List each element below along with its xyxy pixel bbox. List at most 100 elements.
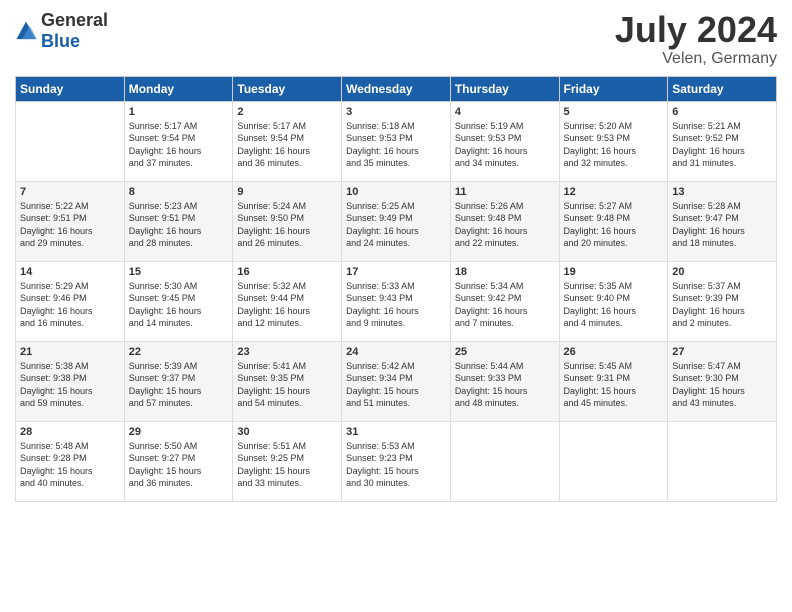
calendar-cell <box>450 421 559 501</box>
day-info: Sunrise: 5:20 AM Sunset: 9:53 PM Dayligh… <box>564 120 664 170</box>
day-number: 26 <box>564 346 664 358</box>
calendar-cell: 6Sunrise: 5:21 AM Sunset: 9:52 PM Daylig… <box>668 101 777 181</box>
day-info: Sunrise: 5:24 AM Sunset: 9:50 PM Dayligh… <box>237 200 337 250</box>
calendar-cell: 17 Sunrise: 5:33 AM Sunset: 9:43 PM Dayli… <box>342 261 451 341</box>
logo: General Blue <box>15 10 108 52</box>
calendar-week-2: 14 Sunrise: 5:29 AM Sunset: 9:46 PM Dayli… <box>16 261 777 341</box>
calendar-cell: 19Sunrise: 5:35 AM Sunset: 9:40 PM Dayli… <box>559 261 668 341</box>
day-info: Sunrise: 5:48 AM Sunset: 9:28 PM Dayligh… <box>20 440 120 490</box>
main-container: General Blue July 2024 Velen, Germany Su… <box>0 0 792 512</box>
day-info: Sunrise: 5:29 AM Sunset: 9:46 PM Dayligh… <box>20 280 120 330</box>
day-info: Sunrise: 5:45 AM Sunset: 9:31 PM Dayligh… <box>564 360 664 410</box>
day-info: Sunrise: 5:19 AM Sunset: 9:53 PM Dayligh… <box>455 120 555 170</box>
calendar-cell: 31Sunrise: 5:53 AM Sunset: 9:23 PM Dayli… <box>342 421 451 501</box>
day-info: Sunrise: 5:37 AM Sunset: 9:39 PM Dayligh… <box>672 280 772 330</box>
day-info: Sunrise: 5:18 AM Sunset: 9:53 PM Dayligh… <box>346 120 446 170</box>
day-number: 29 <box>129 426 229 438</box>
day-number: 4 <box>455 106 555 118</box>
day-number: 12 <box>564 186 664 198</box>
calendar-week-0: 1 Sunrise: 5:17 AM Sunset: 9:54 PM Daylig… <box>16 101 777 181</box>
calendar-cell: 1 Sunrise: 5:17 AM Sunset: 9:54 PM Daylig… <box>124 101 233 181</box>
day-number: 10 <box>346 186 446 198</box>
calendar-week-3: 21Sunrise: 5:38 AM Sunset: 9:38 PM Dayli… <box>16 341 777 421</box>
calendar-cell: 27Sunrise: 5:47 AM Sunset: 9:30 PM Dayli… <box>668 341 777 421</box>
calendar-cell: 23 Sunrise: 5:41 AM Sunset: 9:35 PM Dayli… <box>233 341 342 421</box>
calendar-cell: 20 Sunrise: 5:37 AM Sunset: 9:39 PM Dayli… <box>668 261 777 341</box>
day-number: 18 <box>455 266 555 278</box>
calendar-cell: 11 Sunrise: 5:26 AM Sunset: 9:48 PM Dayli… <box>450 181 559 261</box>
day-info: Sunrise: 5:28 AM Sunset: 9:47 PM Dayligh… <box>672 200 772 250</box>
day-info: Sunrise: 5:21 AM Sunset: 9:52 PM Dayligh… <box>672 120 772 170</box>
header-wednesday: Wednesday <box>342 76 451 101</box>
logo-general: General <box>41 10 108 30</box>
day-info: Sunrise: 5:44 AM Sunset: 9:33 PM Dayligh… <box>455 360 555 410</box>
day-info: Sunrise: 5:50 AM Sunset: 9:27 PM Dayligh… <box>129 440 229 490</box>
day-info: Sunrise: 5:25 AM Sunset: 9:49 PM Dayligh… <box>346 200 446 250</box>
day-info: Sunrise: 5:35 AM Sunset: 9:40 PM Dayligh… <box>564 280 664 330</box>
day-number: 24 <box>346 346 446 358</box>
day-number: 13 <box>672 186 772 198</box>
calendar-cell: 13 Sunrise: 5:28 AM Sunset: 9:47 PM Dayli… <box>668 181 777 261</box>
day-number: 5 <box>564 106 664 118</box>
day-number: 1 <box>129 106 229 118</box>
calendar-cell: 3 Sunrise: 5:18 AM Sunset: 9:53 PM Daylig… <box>342 101 451 181</box>
calendar-cell: 30 Sunrise: 5:51 AM Sunset: 9:25 PM Dayli… <box>233 421 342 501</box>
calendar-cell: 15 Sunrise: 5:30 AM Sunset: 9:45 PM Dayli… <box>124 261 233 341</box>
day-info: Sunrise: 5:26 AM Sunset: 9:48 PM Dayligh… <box>455 200 555 250</box>
location: Velen, Germany <box>615 50 777 68</box>
day-number: 20 <box>672 266 772 278</box>
day-number: 11 <box>455 186 555 198</box>
calendar-cell: 2 Sunrise: 5:17 AM Sunset: 9:54 PM Daylig… <box>233 101 342 181</box>
calendar-cell: 9 Sunrise: 5:24 AM Sunset: 9:50 PM Daylig… <box>233 181 342 261</box>
day-number: 15 <box>129 266 229 278</box>
calendar-cell: 16 Sunrise: 5:32 AM Sunset: 9:44 PM Dayli… <box>233 261 342 341</box>
logo-icon <box>15 20 37 42</box>
calendar-cell: 12Sunrise: 5:27 AM Sunset: 9:48 PM Dayli… <box>559 181 668 261</box>
day-info: Sunrise: 5:30 AM Sunset: 9:45 PM Dayligh… <box>129 280 229 330</box>
header-friday: Friday <box>559 76 668 101</box>
header-sunday: Sunday <box>16 76 125 101</box>
calendar-week-1: 7 Sunrise: 5:22 AM Sunset: 9:51 PM Daylig… <box>16 181 777 261</box>
day-info: Sunrise: 5:39 AM Sunset: 9:37 PM Dayligh… <box>129 360 229 410</box>
day-number: 17 <box>346 266 446 278</box>
day-number: 7 <box>20 186 120 198</box>
header-row: General Blue July 2024 Velen, Germany <box>15 10 777 68</box>
day-info: Sunrise: 5:41 AM Sunset: 9:35 PM Dayligh… <box>237 360 337 410</box>
header-tuesday: Tuesday <box>233 76 342 101</box>
day-number: 23 <box>237 346 337 358</box>
calendar-cell <box>16 101 125 181</box>
calendar-cell <box>559 421 668 501</box>
calendar-cell <box>668 421 777 501</box>
header-monday: Monday <box>124 76 233 101</box>
calendar-week-4: 28 Sunrise: 5:48 AM Sunset: 9:28 PM Dayli… <box>16 421 777 501</box>
logo-text: General Blue <box>41 10 108 52</box>
day-info: Sunrise: 5:34 AM Sunset: 9:42 PM Dayligh… <box>455 280 555 330</box>
day-number: 30 <box>237 426 337 438</box>
day-info: Sunrise: 5:51 AM Sunset: 9:25 PM Dayligh… <box>237 440 337 490</box>
calendar-cell: 24Sunrise: 5:42 AM Sunset: 9:34 PM Dayli… <box>342 341 451 421</box>
calendar-cell: 5 Sunrise: 5:20 AM Sunset: 9:53 PM Daylig… <box>559 101 668 181</box>
day-number: 27 <box>672 346 772 358</box>
day-number: 8 <box>129 186 229 198</box>
calendar-cell: 7 Sunrise: 5:22 AM Sunset: 9:51 PM Daylig… <box>16 181 125 261</box>
day-info: Sunrise: 5:17 AM Sunset: 9:54 PM Dayligh… <box>237 120 337 170</box>
calendar-cell: 18 Sunrise: 5:34 AM Sunset: 9:42 PM Dayli… <box>450 261 559 341</box>
day-number: 14 <box>20 266 120 278</box>
day-number: 16 <box>237 266 337 278</box>
day-info: Sunrise: 5:32 AM Sunset: 9:44 PM Dayligh… <box>237 280 337 330</box>
day-info: Sunrise: 5:22 AM Sunset: 9:51 PM Dayligh… <box>20 200 120 250</box>
calendar-cell: 14 Sunrise: 5:29 AM Sunset: 9:46 PM Dayli… <box>16 261 125 341</box>
header-row-days: Sunday Monday Tuesday Wednesday Thursday… <box>16 76 777 101</box>
day-info: Sunrise: 5:33 AM Sunset: 9:43 PM Dayligh… <box>346 280 446 330</box>
logo-blue: Blue <box>41 31 80 51</box>
calendar-cell: 4 Sunrise: 5:19 AM Sunset: 9:53 PM Daylig… <box>450 101 559 181</box>
day-number: 2 <box>237 106 337 118</box>
day-number: 25 <box>455 346 555 358</box>
title-block: July 2024 Velen, Germany <box>615 10 777 68</box>
day-number: 3 <box>346 106 446 118</box>
day-number: 28 <box>20 426 120 438</box>
calendar-cell: 22Sunrise: 5:39 AM Sunset: 9:37 PM Dayli… <box>124 341 233 421</box>
day-number: 9 <box>237 186 337 198</box>
day-info: Sunrise: 5:17 AM Sunset: 9:54 PM Dayligh… <box>129 120 229 170</box>
calendar-cell: 10 Sunrise: 5:25 AM Sunset: 9:49 PM Dayli… <box>342 181 451 261</box>
